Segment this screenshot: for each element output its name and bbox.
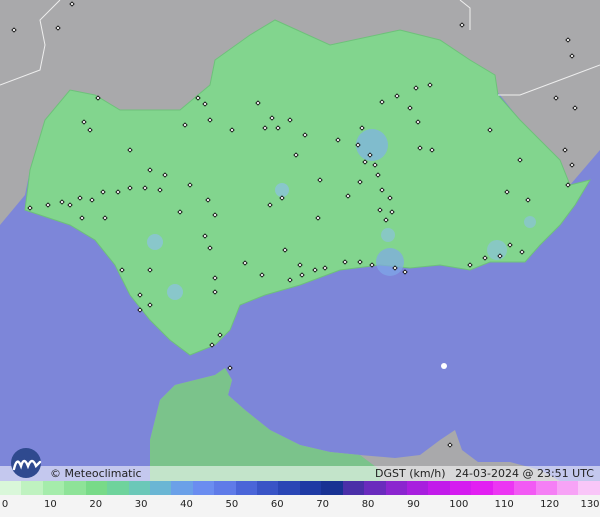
color-scale-tick-label: 90 [407, 499, 420, 510]
gust-hotspot [275, 183, 289, 197]
color-scale-swatch [42, 481, 65, 495]
color-scale-tick-label: 0 [1, 499, 9, 510]
datetime-label: 24-03-2024 @ 23:51 UTC [455, 467, 594, 480]
color-scale-swatch [514, 481, 536, 495]
color-scale-swatch [299, 481, 322, 495]
color-scale-swatch [21, 481, 43, 495]
color-scale-bar [0, 481, 600, 495]
variable-label: DGST (km/h) [375, 467, 446, 480]
color-scale-tick-label: 120 [540, 499, 560, 510]
map-metadata: DGST (km/h) 24-03-2024 @ 23:51 UTC [369, 467, 594, 480]
meteoclimatic-logo-icon [11, 448, 42, 478]
color-scale-swatch [0, 481, 22, 495]
color-scale-tick-label: 30 [134, 499, 148, 510]
color-scale-swatch [257, 481, 279, 495]
color-scale-tick-label: 20 [89, 499, 103, 510]
color-scale-tick-label: 80 [361, 499, 375, 510]
gust-hotspot [356, 129, 388, 161]
color-scale-swatch [556, 481, 579, 495]
color-scale-tick-label: 10 [44, 499, 57, 510]
color-scale-tick-label: 70 [316, 499, 330, 510]
gust-hotspot [167, 284, 183, 300]
color-scale-swatch [385, 481, 408, 495]
wind-gust-map [0, 0, 600, 481]
color-scale-swatch [278, 481, 300, 495]
color-scale-swatch [535, 481, 557, 495]
color-scale-swatch [107, 481, 129, 495]
gust-hotspot [381, 228, 395, 242]
color-scale-swatch [85, 481, 108, 495]
color-scale-swatch [471, 481, 493, 495]
color-scale-swatch [449, 481, 472, 495]
color-scale-tick-label: 130 [580, 499, 600, 510]
color-scale-swatch [342, 481, 365, 495]
color-scale-tick-label: 110 [494, 499, 514, 510]
color-scale-swatch [235, 481, 258, 495]
color-scale-swatch [492, 481, 515, 495]
color-scale-swatch [321, 481, 343, 495]
brand-label: © Meteoclimatic [50, 467, 142, 480]
color-scale-tick-label: 60 [270, 499, 284, 510]
gust-hotspot [524, 216, 536, 228]
color-scale-swatch [128, 481, 150, 495]
gust-hotspot [376, 248, 404, 276]
color-scale-swatch [214, 481, 236, 495]
gust-hotspot [487, 240, 507, 260]
color-scale-swatch [428, 481, 450, 495]
color-scale-swatch [171, 481, 193, 495]
island [441, 363, 447, 369]
gust-hotspot [147, 234, 163, 250]
color-scale-swatch [364, 481, 386, 495]
color-scale-swatch [192, 481, 215, 495]
color-scale-swatch [64, 481, 86, 495]
color-scale-tick-label: 100 [449, 499, 469, 510]
color-scale-swatch [149, 481, 172, 495]
color-scale-swatch [578, 481, 600, 495]
color-scale-tick-label: 50 [225, 499, 239, 510]
color-scale-swatch [407, 481, 429, 495]
color-scale-tick-label: 40 [180, 499, 193, 510]
